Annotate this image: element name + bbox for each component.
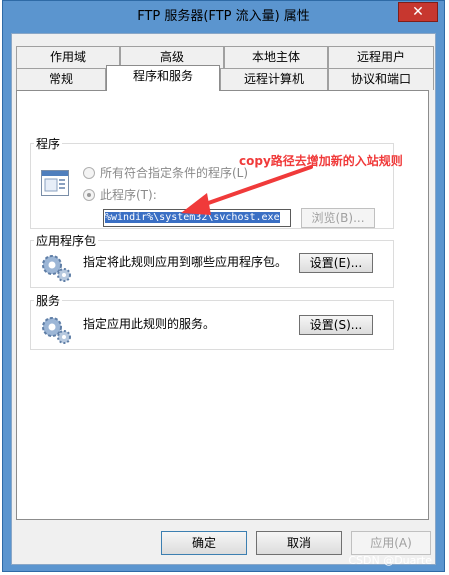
annotation-text: copy路径去增加新的入站规则 xyxy=(239,154,403,168)
program-window-icon xyxy=(41,170,69,196)
tab-panel: copy路径去增加新的入站规则 程序 所有符合指定条件的程序(L) 此程序(T)… xyxy=(16,90,429,520)
app-packages-group: 应用程序包 指定将此规则应用到哪些应用程序包。 设置(E)... xyxy=(30,232,394,288)
tab-protocols-ports[interactable]: 协议和端口 xyxy=(328,68,434,90)
services-description: 指定应用此规则的服务。 xyxy=(83,317,216,331)
tab-local-principals[interactable]: 本地主体 xyxy=(224,46,328,68)
tab-general[interactable]: 常规 xyxy=(16,68,106,90)
gear-icon xyxy=(42,317,71,344)
gear-icon xyxy=(42,255,71,282)
radio-this-program-circle xyxy=(83,188,95,201)
services-title: 服务 xyxy=(34,292,63,309)
app-packages-title: 应用程序包 xyxy=(34,232,99,249)
program-group-title: 程序 xyxy=(34,135,63,152)
annotation-arrow-icon xyxy=(181,165,313,215)
close-button[interactable]: ✕ xyxy=(398,2,438,22)
watermark-text: CSDN @Duarte xyxy=(348,554,432,567)
radio-all-programs-circle xyxy=(83,166,95,179)
close-icon: ✕ xyxy=(412,4,424,20)
radio-this-program[interactable]: 此程序(T): xyxy=(83,186,157,203)
tab-scope[interactable]: 作用域 xyxy=(16,46,120,68)
tab-programs-services[interactable]: 程序和服务 xyxy=(106,65,220,91)
radio-this-program-label: 此程序(T): xyxy=(100,188,157,202)
properties-dialog: FTP 服务器(FTP 流入量) 属性 ✕ 作用域 高级 本地主体 远程用户 常… xyxy=(2,0,445,572)
tab-remote-users[interactable]: 远程用户 xyxy=(328,46,434,68)
app-packages-description: 指定将此规则应用到哪些应用程序包。 xyxy=(83,255,288,269)
program-icon-art xyxy=(42,171,68,192)
dialog-client-area: 作用域 高级 本地主体 远程用户 常规 程序和服务 远程计算机 协议和端口 co… xyxy=(11,33,436,565)
ok-button[interactable]: 确定 xyxy=(161,531,247,555)
packages-settings-button[interactable]: 设置(E)... xyxy=(299,253,373,273)
apply-button[interactable]: 应用(A) xyxy=(351,531,431,555)
cancel-button[interactable]: 取消 xyxy=(256,531,342,555)
window-title: FTP 服务器(FTP 流入量) 属性 xyxy=(137,9,310,24)
services-group: 服务 指定应用此规则的服务。 设置(S)... xyxy=(30,292,394,350)
tab-remote-computers[interactable]: 远程计算机 xyxy=(220,68,328,90)
services-settings-button[interactable]: 设置(S)... xyxy=(299,315,373,335)
